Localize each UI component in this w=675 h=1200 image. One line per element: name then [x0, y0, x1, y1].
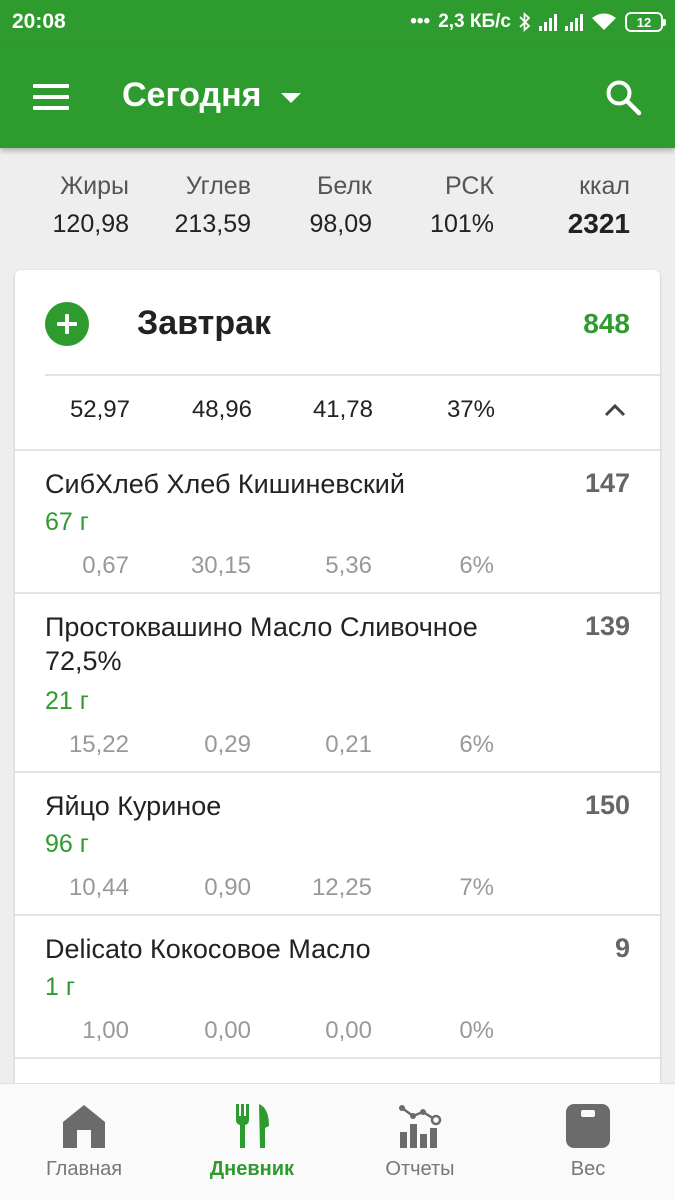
food-kcal: 147	[584, 468, 630, 498]
food-item[interactable]: Простоквашино Масло Сливочное 72,5% 139 …	[15, 593, 660, 771]
battery-level: 12	[636, 14, 652, 30]
food-fat: 15,22	[68, 731, 129, 758]
bottom-navigation: Главная Дневник Отчеты Вес	[0, 1083, 675, 1200]
food-rsk: 0%	[459, 1017, 494, 1044]
food-item[interactable]: СибХлеб Хлеб Кишиневский 147 67 г 0,67 3…	[15, 450, 660, 592]
rsk-value: 101%	[430, 210, 494, 238]
nav-item-reports[interactable]: Отчеты	[336, 1084, 504, 1200]
meal-totals: 52,97 48,96 41,78 37%	[15, 376, 660, 450]
food-name: Delicato Кокосовое Масло	[45, 934, 371, 964]
daily-totals: Жиры 120,98 Углев 213,59 Белк 98,09 РСК …	[0, 148, 675, 258]
fat-label: Жиры	[60, 172, 129, 200]
meal-title: Завтрак	[137, 304, 272, 342]
totals-kcal: ккал 2321	[568, 170, 630, 242]
nav-item-home[interactable]: Главная	[0, 1084, 168, 1200]
nav-label-weight: Вес	[570, 1158, 606, 1180]
food-protein: 0,21	[325, 731, 372, 758]
menu-icon[interactable]	[33, 84, 69, 110]
food-rsk: 6%	[459, 552, 494, 579]
food-weight: 96 г	[45, 830, 89, 858]
food-fat: 1,00	[82, 1017, 129, 1044]
carbs-label: Углев	[185, 172, 251, 200]
food-fat: 10,44	[68, 874, 129, 901]
wifi-icon	[592, 13, 616, 30]
food-weight: 21 г	[45, 687, 89, 715]
food-weight: 67 г	[45, 508, 89, 536]
food-carbs: 30,15	[190, 552, 251, 579]
home-icon	[63, 1105, 105, 1148]
food-name: СибХлеб Хлеб Кишиневский	[45, 469, 405, 499]
status-time: 20:08	[12, 10, 66, 33]
food-fat: 0,67	[82, 552, 129, 579]
meal-rsk: 37%	[446, 396, 495, 423]
food-carbs: 0,00	[204, 1017, 251, 1044]
more-dots-icon: •••	[410, 11, 431, 32]
food-item[interactable]: Delicato Кокосовое Масло 9 1 г 1,00 0,00…	[15, 915, 660, 1057]
scale-icon	[566, 1104, 610, 1148]
meal-header[interactable]: Завтрак 848	[15, 270, 660, 375]
reports-chart-icon	[399, 1105, 442, 1148]
food-item[interactable]: Яйцо Куриное 150 96 г 10,44 0,90 12,25 7…	[15, 772, 660, 914]
food-kcal: 150	[584, 790, 630, 820]
nav-item-diary[interactable]: Дневник	[168, 1084, 336, 1200]
food-name: Яйцо Куриное	[45, 791, 222, 821]
nav-item-weight[interactable]: Вес	[504, 1084, 672, 1200]
date-selector[interactable]: Сегодня	[122, 76, 302, 115]
meal-carbs: 48,96	[191, 396, 252, 423]
page-title: Сегодня	[122, 76, 262, 114]
nav-label-reports: Отчеты	[385, 1158, 455, 1180]
nav-label-diary: Дневник	[209, 1158, 295, 1180]
kcal-value: 2321	[567, 208, 630, 239]
totals-fat: Жиры 120,98	[53, 170, 129, 242]
food-protein: 12,25	[311, 874, 372, 901]
food-protein: 0,00	[325, 1017, 372, 1044]
app-bar: Сегодня	[0, 44, 675, 148]
meal-protein: 41,78	[312, 396, 373, 423]
food-kcal: 139	[584, 611, 630, 641]
protein-label: Белк	[316, 172, 372, 200]
status-icons: ••• 2,3 КБ/с 12	[410, 11, 666, 33]
fat-value: 120,98	[52, 210, 129, 238]
status-bar: 20:08 ••• 2,3 КБ/с 12	[0, 0, 675, 44]
search-icon[interactable]	[604, 78, 644, 118]
food-rsk: 7%	[459, 874, 494, 901]
fork-knife-icon	[236, 1104, 269, 1148]
food-rsk: 6%	[459, 731, 494, 758]
food-carbs: 0,90	[204, 874, 251, 901]
network-speed: 2,3 КБ/с	[438, 11, 511, 32]
totals-rsk: РСК 101%	[430, 170, 494, 242]
signal-icon	[539, 13, 557, 31]
caret-down-icon	[281, 92, 302, 103]
divider	[15, 1057, 660, 1059]
food-weight: 1 г	[45, 973, 75, 1001]
totals-protein: Белк 98,09	[309, 170, 372, 242]
protein-value: 98,09	[309, 210, 372, 238]
food-carbs: 0,29	[204, 731, 251, 758]
meal-kcal: 848	[583, 308, 630, 339]
carbs-value: 213,59	[174, 210, 251, 238]
food-name: Простоквашино Масло Сливочное 72,5%	[45, 612, 478, 676]
rsk-label: РСК	[444, 172, 494, 200]
battery-icon: 12	[625, 12, 666, 32]
signal-icon-2	[565, 13, 583, 31]
meal-card-breakfast: Завтрак 848 52,97 48,96 41,78 37% СибХле…	[15, 270, 660, 1170]
add-food-button[interactable]	[45, 302, 89, 346]
totals-carbs: Углев 213,59	[175, 170, 251, 242]
nav-label-home: Главная	[45, 1158, 123, 1180]
bluetooth-icon	[519, 12, 531, 32]
meal-fat: 52,97	[69, 396, 130, 423]
food-protein: 5,36	[325, 552, 372, 579]
collapse-chevron-up-icon[interactable]	[603, 398, 627, 422]
kcal-label: ккал	[579, 172, 630, 200]
food-kcal: 9	[614, 933, 630, 963]
